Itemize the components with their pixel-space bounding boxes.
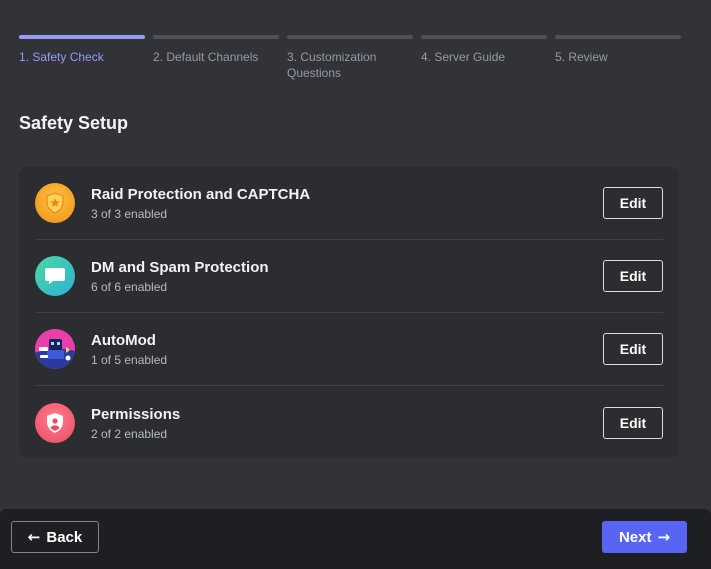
setting-name: DM and Spam Protection [91, 259, 269, 276]
page-title: Safety Setup [19, 113, 129, 133]
step-server-guide: 4. Server Guide [421, 35, 547, 81]
setting-status: 1 of 5 enabled [91, 353, 168, 367]
shield-user-icon [35, 402, 75, 443]
step-label: 2. Default Channels [153, 50, 259, 64]
setting-name: AutoMod [91, 332, 156, 349]
step-progress-bar [421, 35, 547, 39]
edit-permissions-button[interactable]: Edit [603, 406, 663, 439]
chat-bubble-icon [35, 256, 75, 296]
step-progress-bar [555, 35, 681, 39]
setting-status: 3 of 3 enabled [91, 207, 168, 221]
edit-raid-protection-button[interactable]: Edit [603, 187, 663, 219]
setting-row-automod: AutoMod 1 of 5 enabled Edit [35, 313, 663, 386]
step-label: 4. Server Guide [421, 50, 506, 64]
setting-name: Raid Protection and CAPTCHA [91, 186, 311, 203]
arrow-right-icon: → [657, 528, 671, 546]
arrow-left-icon: ← [27, 528, 41, 546]
setting-status: 6 of 6 enabled [91, 280, 168, 294]
edit-automod-button[interactable]: Edit [603, 333, 663, 365]
back-button[interactable]: ← Back [11, 521, 99, 553]
step-label: 1. Safety Check [19, 50, 104, 64]
edit-dm-spam-button[interactable]: Edit [603, 260, 663, 292]
back-button-label: Back [46, 528, 83, 546]
setting-row-dm-spam-protection: DM and Spam Protection 6 of 6 enabled Ed… [35, 240, 663, 313]
next-button[interactable]: Next → [602, 521, 687, 553]
step-safety-check: 1. Safety Check [19, 35, 145, 81]
setting-row-raid-protection: Raid Protection and CAPTCHA 3 of 3 enabl… [35, 167, 663, 240]
shield-star-icon [35, 183, 75, 223]
step-label: 3. Customization Questions [287, 50, 377, 80]
step-progress-bar [287, 35, 413, 39]
next-button-label: Next [618, 528, 652, 546]
step-review: 5. Review [555, 35, 681, 81]
automod-robot-icon [35, 329, 75, 369]
setting-name: Permissions [91, 405, 181, 423]
step-label: 5. Review [555, 50, 608, 64]
safety-settings-list: Raid Protection and CAPTCHA 3 of 3 enabl… [19, 167, 679, 458]
step-default-channels: 2. Default Channels [153, 35, 279, 81]
footer-bar: ← Back Next → [0, 509, 711, 569]
step-progress-bar [19, 35, 145, 39]
step-customization-questions: 3. Customization Questions [287, 35, 413, 81]
step-progress-bar [153, 35, 279, 39]
setting-status: 2 of 2 enabled [91, 426, 168, 441]
setting-row-permissions: Permissions 2 of 2 enabled Edit [35, 386, 663, 459]
progress-stepper: 1. Safety Check 2. Default Channels 3. C… [19, 35, 681, 81]
